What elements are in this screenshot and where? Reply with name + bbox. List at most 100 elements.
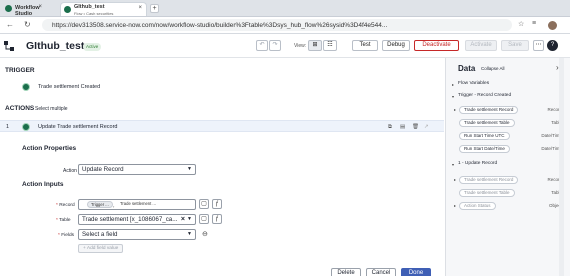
flow-variables-section[interactable]: Flow Variables xyxy=(458,81,489,86)
trigger-heading: TRIGGER xyxy=(5,67,35,74)
data-pill-type: Table xyxy=(551,120,562,125)
workflow-studio-icon xyxy=(5,5,12,12)
page-title: GIthub_test xyxy=(26,40,85,52)
tab-github-test[interactable]: GIthub_test Flow • Cash securities × xyxy=(60,2,147,16)
action-name[interactable]: Update Trade settlement Record xyxy=(38,124,118,130)
data-pill-type: Record xyxy=(547,107,562,112)
data-pill-update-record[interactable]: Trade settlement Record xyxy=(459,176,519,184)
action-row[interactable]: 1 Update Trade settlement Record ⧉ ▤ 🗑 ↗ xyxy=(0,120,444,132)
star-icon[interactable]: ☆ xyxy=(518,20,524,28)
data-pill-type: Table xyxy=(551,190,562,195)
flow-diagram-icon xyxy=(4,41,14,51)
address-bar[interactable]: https://dev313508.service-now.com/now/wo… xyxy=(42,19,512,31)
table-select[interactable]: Trade settlement [x_1086067_ca... × ▼ xyxy=(78,214,196,225)
reload-icon[interactable]: ↻ xyxy=(24,20,31,29)
back-icon[interactable]: ← xyxy=(6,20,14,29)
trigger-name[interactable]: Trade settlement Created xyxy=(38,84,100,90)
view-label: View: xyxy=(294,43,307,49)
fields-select[interactable]: Select a field ▼ xyxy=(78,229,196,240)
select-multiple-link[interactable]: Select multiple xyxy=(35,106,68,112)
collapse-arrow-icon[interactable]: ▾ xyxy=(452,94,454,99)
table-select-value: Trade settlement [x_1086067_ca... xyxy=(82,216,178,223)
expand-arrow-icon[interactable]: ▸ xyxy=(454,203,456,208)
chevron-right-icon: › xyxy=(113,203,115,209)
open-icon[interactable]: ↗ xyxy=(424,124,429,130)
action-properties-heading: Action Properties xyxy=(22,145,77,152)
script-icon[interactable]: ƒ xyxy=(212,214,222,224)
actions-heading: ACTIONS xyxy=(5,105,35,112)
fields-label: * Fields xyxy=(58,233,75,238)
copy-icon[interactable]: ⧉ xyxy=(388,124,392,131)
trigger-section[interactable]: Trigger - Record Created xyxy=(458,93,511,98)
done-button[interactable]: Done xyxy=(401,268,431,276)
data-pill-picker-icon[interactable]: ▢ xyxy=(199,199,209,209)
data-panel xyxy=(445,58,570,276)
data-pill-update-table[interactable]: Trade settlement Table xyxy=(459,189,515,197)
table-required-label: * Table xyxy=(56,218,71,223)
debug-button[interactable]: Debug xyxy=(382,40,410,51)
action-inputs-heading: Action Inputs xyxy=(22,181,64,188)
action-icon xyxy=(22,123,30,131)
browser-toolbar: ← ↻ https://dev313508.service-now.com/no… xyxy=(0,17,570,34)
add-field-value-button[interactable]: + Add field value xyxy=(78,244,124,253)
data-panel-title: Data xyxy=(458,64,476,73)
browser-tab-bar: Workflow Studio × GIthub_test Flow • Cas… xyxy=(0,0,570,17)
url-text: https://dev313508.service-now.com/now/wo… xyxy=(52,21,388,29)
data-pill-trigger-record[interactable]: Trade settlement Record xyxy=(459,106,519,114)
app-header: GIthub_test Active ↶ ↷ View: ⊞ ☷ Test De… xyxy=(0,34,570,58)
chevron-down-icon: ▼ xyxy=(187,216,192,222)
chevron-down-icon: ▼ xyxy=(187,231,192,237)
script-icon[interactable]: ƒ xyxy=(212,199,222,209)
deactivate-button[interactable]: Deactivate xyxy=(414,40,459,51)
expand-arrow-icon[interactable]: ▸ xyxy=(454,177,456,182)
collapse-all-link[interactable]: Collapse All xyxy=(481,66,505,71)
record-pill-trigger[interactable]: Trigger ... xyxy=(87,201,113,208)
activate-button[interactable]: Activate xyxy=(465,40,497,51)
redo-button[interactable]: ↷ xyxy=(269,40,281,51)
scrollbar[interactable] xyxy=(559,58,564,276)
new-tab-button[interactable]: + xyxy=(150,4,159,13)
minus-circle-icon[interactable]: ⊖ xyxy=(202,230,208,238)
update-record-section[interactable]: 1 - Update Record xyxy=(458,161,497,166)
favorites-icon[interactable]: ≡ xyxy=(532,20,536,27)
close-icon[interactable]: × xyxy=(138,5,142,11)
data-pill-run-start-datetime[interactable]: Run Start Date/Time xyxy=(459,145,510,153)
expand-arrow-icon[interactable]: ▸ xyxy=(452,82,454,87)
data-pill-trigger-table[interactable]: Trade settlement Table xyxy=(459,119,515,127)
cancel-button[interactable]: Cancel xyxy=(366,268,396,276)
flow-icon xyxy=(64,6,71,13)
test-button[interactable]: Test xyxy=(352,40,378,51)
data-pill-action-status[interactable]: Action Status xyxy=(459,202,496,210)
data-pill-run-start-utc[interactable]: Run Start Time UTC xyxy=(459,132,510,140)
action-select[interactable]: Update Record ▼ xyxy=(78,164,196,175)
view-toggle-list[interactable]: ☷ xyxy=(323,40,337,51)
data-pill-type: Record xyxy=(547,177,562,182)
delete-icon[interactable]: 🗑 xyxy=(412,124,419,130)
comment-icon[interactable]: ▤ xyxy=(400,124,405,130)
record-field[interactable]: Trigger ... › Trade settlement ... xyxy=(78,199,196,210)
data-pill-type: Object xyxy=(548,203,562,208)
delete-button[interactable]: Delete xyxy=(331,268,361,276)
data-pill-type: Date/Time xyxy=(541,133,562,138)
tab-label: GIthub_test xyxy=(74,4,105,10)
data-pill-type: Date/Time xyxy=(541,146,562,151)
clear-icon[interactable]: × xyxy=(181,215,185,224)
record-pill-table[interactable]: Trade settlement ... xyxy=(117,201,159,208)
fields-select-placeholder: Select a field xyxy=(82,231,118,238)
collapse-arrow-icon[interactable]: ▾ xyxy=(452,162,454,167)
help-button[interactable]: ? xyxy=(547,40,558,51)
action-number: 1 xyxy=(6,124,10,130)
undo-button[interactable]: ↶ xyxy=(256,40,268,51)
more-options-button[interactable]: ⋯ xyxy=(533,40,544,51)
tab-workflow-studio[interactable]: Workflow Studio × xyxy=(2,2,46,17)
close-icon[interactable]: × xyxy=(38,4,42,10)
save-button[interactable]: Save xyxy=(501,40,529,51)
view-toggle-flow[interactable]: ⊞ xyxy=(308,40,322,51)
action-label: Action xyxy=(63,168,77,174)
data-pill-picker-icon[interactable]: ▢ xyxy=(199,214,209,224)
expand-arrow-icon[interactable]: ▸ xyxy=(454,107,456,112)
tab-sublabel: Flow • Cash securities xyxy=(74,10,114,16)
trigger-card[interactable]: Trade settlement Created xyxy=(22,81,222,93)
avatar[interactable] xyxy=(547,20,558,31)
status-badge: Active xyxy=(83,43,102,51)
